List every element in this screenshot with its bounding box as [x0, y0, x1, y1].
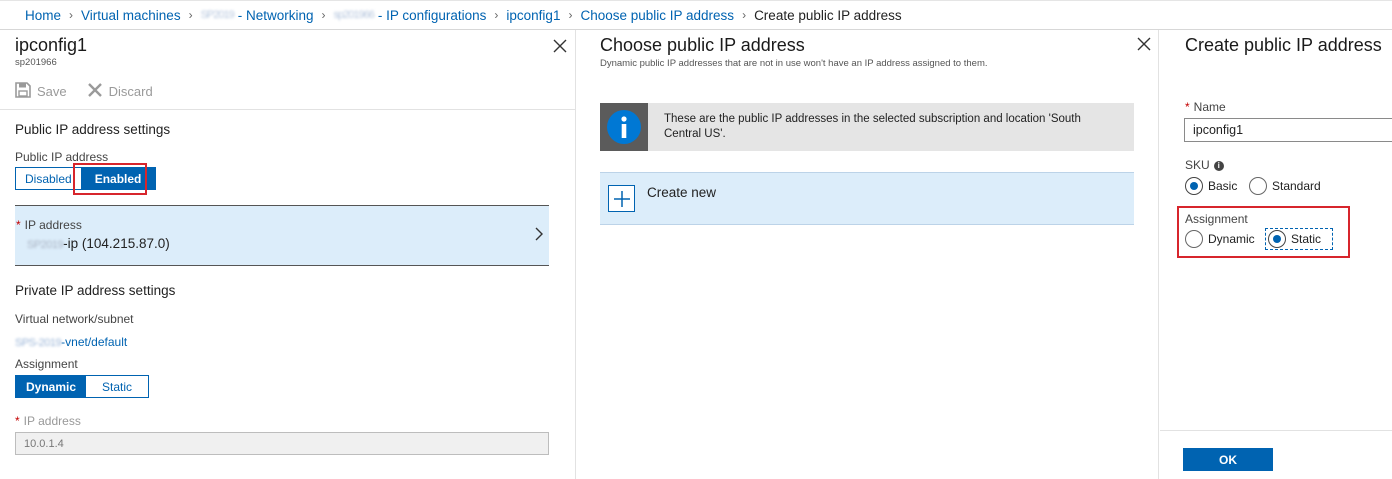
ip-address-blurred-prefix: SP2019	[27, 239, 64, 251]
assignment-toggle: Dynamic Static	[15, 375, 150, 398]
ok-button[interactable]: OK	[1183, 448, 1273, 471]
required-asterisk: *	[15, 414, 20, 428]
breadcrumb: Home › Virtual machines › SP2019 - Netwo…	[0, 0, 1392, 30]
save-label: Save	[37, 84, 67, 99]
chevron-right-icon	[533, 226, 545, 242]
ip-address-value-row: SP2019-ip (104.215.87.0)	[27, 236, 170, 251]
ip-address-label-row: * IP address	[16, 218, 82, 232]
breadcrumb-networking[interactable]: - Networking	[238, 8, 314, 23]
private-ip-value: 10.0.1.4	[24, 437, 64, 450]
panel-title: Choose public IP address	[600, 35, 805, 55]
breadcrumb-home[interactable]: Home	[25, 8, 61, 23]
toolbar: Save Discard	[15, 82, 153, 101]
assignment-dynamic-option[interactable]: Dynamic	[16, 376, 87, 397]
info-banner: These are the public IP addresses in the…	[600, 103, 1134, 151]
sku-standard-radio[interactable]: Standard	[1249, 177, 1321, 195]
panel-subtitle: sp201966	[15, 57, 57, 68]
breadcrumb-ipconfig1[interactable]: ipconfig1	[506, 8, 560, 23]
panel-subtitle: Dynamic public IP addresses that are not…	[600, 58, 988, 69]
ipconfig-panel: ipconfig1 sp201966 Save Discard Public I…	[0, 30, 576, 479]
info-icon	[600, 103, 648, 151]
chevron-right-icon: ›	[494, 8, 499, 22]
vnet-label: Virtual network/subnet	[15, 312, 134, 326]
sku-label: SKU	[1185, 158, 1210, 172]
private-ip-input[interactable]: 10.0.1.4	[15, 432, 549, 455]
breadcrumb-ip-configurations[interactable]: - IP configurations	[378, 8, 487, 23]
private-ip-section-title: Private IP address settings	[15, 283, 176, 298]
public-ip-address-selector[interactable]: * IP address SP2019-ip (104.215.87.0)	[15, 205, 549, 266]
public-ip-section-title: Public IP address settings	[15, 122, 171, 137]
required-asterisk: *	[1185, 100, 1190, 114]
radio-selected-icon	[1185, 177, 1203, 195]
ip-address-value: -ip (104.215.87.0)	[63, 236, 170, 251]
sku-label-row: SKU i	[1185, 158, 1224, 172]
choose-public-ip-panel: Choose public IP address Dynamic public …	[577, 30, 1159, 479]
sku-standard-label: Standard	[1272, 179, 1321, 193]
chevron-right-icon: ›	[69, 8, 74, 22]
footer-divider	[1160, 430, 1392, 431]
toolbar-divider	[0, 109, 576, 110]
vnet-value: -vnet/default	[61, 335, 128, 349]
name-label-row: * Name	[1185, 100, 1226, 114]
discard-label: Discard	[108, 84, 153, 99]
panel-title: Create public IP address	[1185, 35, 1382, 55]
close-icon[interactable]	[1136, 36, 1152, 52]
breadcrumb-choose-public-ip[interactable]: Choose public IP address	[580, 8, 734, 23]
name-input[interactable]	[1184, 118, 1392, 142]
save-icon	[15, 82, 31, 101]
chevron-right-icon: ›	[321, 8, 326, 22]
private-ip-label-row: * IP address	[15, 414, 81, 428]
chevron-right-icon: ›	[188, 8, 193, 22]
public-ip-label: Public IP address	[15, 150, 109, 164]
close-icon[interactable]	[552, 38, 568, 54]
info-message: These are the public IP addresses in the…	[664, 113, 1081, 140]
create-public-ip-panel: Create public IP address *Name SKUi Basi…	[1160, 30, 1392, 479]
create-new-label: Create new	[647, 185, 717, 200]
chevron-right-icon: ›	[568, 8, 573, 22]
vnet-blurred-prefix: SPS-2019	[15, 337, 62, 349]
create-new-button[interactable]: Create new	[600, 172, 1134, 225]
assignment-static-option[interactable]: Static	[86, 376, 149, 397]
public-ip-disabled-option[interactable]: Disabled	[16, 168, 81, 189]
sku-basic-radio[interactable]: Basic	[1185, 177, 1237, 195]
ip-address-label: IP address	[24, 218, 82, 232]
breadcrumb-nic-name[interactable]: sp201966	[334, 9, 375, 21]
panel-title: ipconfig1	[15, 35, 88, 55]
highlight-box	[73, 163, 147, 195]
plus-icon	[608, 185, 635, 212]
chevron-right-icon: ›	[742, 8, 747, 22]
breadcrumb-vm-name[interactable]: SP2019	[201, 9, 235, 21]
breadcrumb-virtual-machines[interactable]: Virtual machines	[81, 8, 181, 23]
assignment-label: Assignment	[15, 357, 78, 371]
radio-unselected-icon	[1249, 177, 1267, 195]
highlight-box	[1177, 206, 1350, 258]
save-button[interactable]: Save	[15, 82, 67, 101]
discard-button[interactable]: Discard	[87, 82, 153, 101]
sku-basic-label: Basic	[1208, 179, 1238, 193]
info-icon[interactable]: i	[1213, 160, 1224, 171]
close-icon	[87, 82, 103, 101]
required-asterisk: *	[16, 218, 21, 232]
name-label: Name	[1193, 100, 1226, 114]
breadcrumb-create-public-ip: Create public IP address	[754, 7, 902, 23]
vnet-link[interactable]: SPS-2019-vnet/default	[15, 335, 127, 349]
private-ip-label: IP address	[23, 414, 81, 428]
